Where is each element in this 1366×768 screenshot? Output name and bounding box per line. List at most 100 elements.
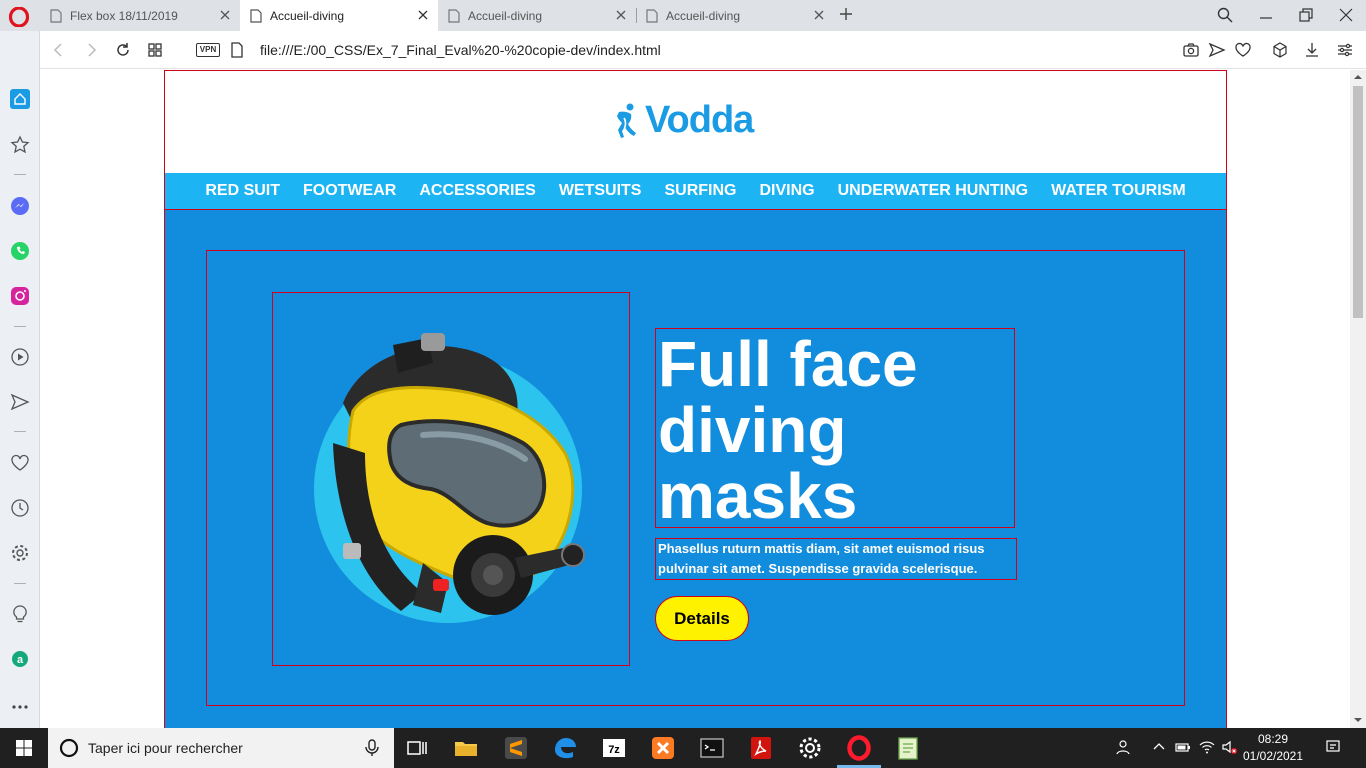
command-prompt-icon[interactable] <box>698 734 726 762</box>
file-icon <box>231 42 243 58</box>
hero-section: Full face diving masks Phasellus ruturn … <box>165 209 1226 728</box>
svg-text:7z: 7z <box>608 744 620 756</box>
nav-item-underwater-hunting[interactable]: UNDERWATER HUNTING <box>838 182 1029 200</box>
whatsapp-icon[interactable] <box>10 241 30 261</box>
browser-tab-bar: Flex box 18/11/2019 Accueil-diving Accue… <box>0 0 1366 31</box>
sidebar-divider <box>14 326 26 327</box>
opera-browser-icon[interactable] <box>845 734 873 762</box>
nav-item-water-tourism[interactable]: WATER TOURISM <box>1051 182 1186 200</box>
tab-accueil-diving[interactable]: Accueil-diving <box>636 0 834 31</box>
file-explorer-icon[interactable] <box>452 734 480 762</box>
site-wrapper: Vodda RED SUIT FOOTWEAR ACCESSORIES WETS… <box>164 70 1227 728</box>
extensions-cube-icon[interactable] <box>1271 41 1289 59</box>
windows-taskbar: Taper ici pour rechercher 7z 08:29 01/02… <box>0 728 1366 768</box>
windows-start-icon[interactable] <box>0 728 48 768</box>
close-icon[interactable] <box>416 8 430 22</box>
tab-accueil-diving[interactable]: Accueil-diving <box>438 0 636 31</box>
reload-icon[interactable] <box>114 41 132 59</box>
camera-icon[interactable] <box>1182 41 1200 59</box>
heart-icon[interactable] <box>10 453 30 473</box>
wifi-icon[interactable] <box>1199 739 1215 755</box>
diving-mask-image <box>314 333 585 623</box>
7zip-icon[interactable]: 7z <box>600 734 628 762</box>
heart-icon[interactable] <box>1234 41 1252 59</box>
back-arrow-icon[interactable] <box>50 41 68 59</box>
nav-item-accessories[interactable]: ACCESSORIES <box>419 182 535 200</box>
hero-description-box: Phasellus ruturn mattis diam, sit amet e… <box>655 538 1017 580</box>
notepad-plus-icon[interactable] <box>894 734 922 762</box>
scroll-down-icon[interactable] <box>1350 713 1366 727</box>
sidebar-divider <box>14 431 26 432</box>
plus-icon[interactable] <box>838 6 854 22</box>
address-bar: VPN file:///E:/00_CSS/Ex_7_Final_Eval%20… <box>40 31 1366 69</box>
main-navigation: RED SUIT FOOTWEAR ACCESSORIES WETSUITS S… <box>165 173 1226 209</box>
page-scrollbar[interactable] <box>1350 70 1366 728</box>
chevron-up-icon[interactable] <box>1151 739 1167 755</box>
nav-item-footwear[interactable]: FOOTWEAR <box>303 182 396 200</box>
nav-item-surfing[interactable]: SURFING <box>664 182 736 200</box>
close-icon[interactable] <box>614 8 628 22</box>
send-icon[interactable] <box>1208 41 1226 59</box>
tab-label: Accueil-diving <box>666 8 741 23</box>
nav-item-red-suit[interactable]: RED SUIT <box>205 182 280 200</box>
page-viewport: Vodda RED SUIT FOOTWEAR ACCESSORIES WETS… <box>41 70 1350 728</box>
instagram-icon[interactable] <box>10 286 30 306</box>
lightbulb-icon[interactable] <box>10 604 30 624</box>
people-icon[interactable] <box>1115 739 1131 755</box>
messenger-icon[interactable] <box>10 196 30 216</box>
microphone-icon[interactable] <box>364 739 380 757</box>
nav-item-diving[interactable]: DIVING <box>759 182 814 200</box>
aliexpress-icon[interactable]: a <box>10 649 30 669</box>
sublime-text-icon[interactable] <box>502 734 530 762</box>
tab-grid-icon[interactable] <box>146 41 164 59</box>
tab-label: Accueil-diving <box>270 8 345 23</box>
hero-title-box: Full face diving masks <box>655 328 1015 532</box>
battery-icon[interactable] <box>1175 739 1191 755</box>
edge-browser-icon[interactable] <box>551 734 579 762</box>
notifications-icon[interactable] <box>1325 739 1341 755</box>
cortana-circle-icon <box>59 738 79 758</box>
opera-sidebar: a <box>0 31 40 728</box>
home-icon[interactable] <box>10 89 30 109</box>
settings-gear-icon[interactable] <box>796 734 824 762</box>
close-icon[interactable] <box>812 8 826 22</box>
diver-logo-icon <box>617 103 636 138</box>
close-icon[interactable] <box>218 8 232 22</box>
details-button[interactable]: Details <box>655 596 749 641</box>
scroll-thumb[interactable] <box>1353 86 1363 318</box>
product-image <box>272 292 630 666</box>
tab-flex-box[interactable]: Flex box 18/11/2019 <box>40 0 240 31</box>
site-header: Vodda <box>165 71 1226 173</box>
player-icon[interactable] <box>10 347 30 367</box>
speaker-muted-icon[interactable] <box>1221 739 1237 755</box>
clock-date: 01/02/2021 <box>1242 749 1304 763</box>
search-placeholder: Taper ici pour rechercher <box>88 740 243 756</box>
url-field[interactable]: file:///E:/00_CSS/Ex_7_Final_Eval%20-%20… <box>260 42 661 58</box>
more-options-icon[interactable] <box>10 697 30 717</box>
tab-accueil-diving-active[interactable]: Accueil-diving <box>240 0 438 31</box>
forward-arrow-icon[interactable] <box>82 41 100 59</box>
restore-icon[interactable] <box>1297 6 1315 24</box>
settings-gear-icon[interactable] <box>10 543 30 563</box>
send-flow-icon[interactable] <box>10 392 30 412</box>
scroll-up-icon[interactable] <box>1350 70 1366 84</box>
history-clock-icon[interactable] <box>10 498 30 518</box>
hero-title: Full face diving masks <box>658 328 918 532</box>
system-clock[interactable]: 08:29 01/02/2021 <box>1240 731 1306 765</box>
minimize-icon[interactable] <box>1257 6 1275 24</box>
task-view-icon[interactable] <box>403 734 431 762</box>
hero-container: Full face diving masks Phasellus ruturn … <box>206 250 1185 706</box>
opera-menu-icon[interactable] <box>9 7 29 27</box>
easy-setup-icon[interactable] <box>1336 41 1354 59</box>
close-window-icon[interactable] <box>1337 6 1355 24</box>
site-logo[interactable]: Vodda <box>615 99 754 142</box>
xampp-icon[interactable] <box>649 734 677 762</box>
page-icon <box>448 8 460 23</box>
vpn-badge[interactable]: VPN <box>196 43 220 57</box>
download-icon[interactable] <box>1303 41 1321 59</box>
taskbar-search[interactable]: Taper ici pour rechercher <box>48 728 394 768</box>
acrobat-reader-icon[interactable] <box>747 734 775 762</box>
search-tabs-icon[interactable] <box>1216 6 1234 24</box>
nav-item-wetsuits[interactable]: WETSUITS <box>559 182 642 200</box>
bookmark-star-icon[interactable] <box>10 135 30 155</box>
